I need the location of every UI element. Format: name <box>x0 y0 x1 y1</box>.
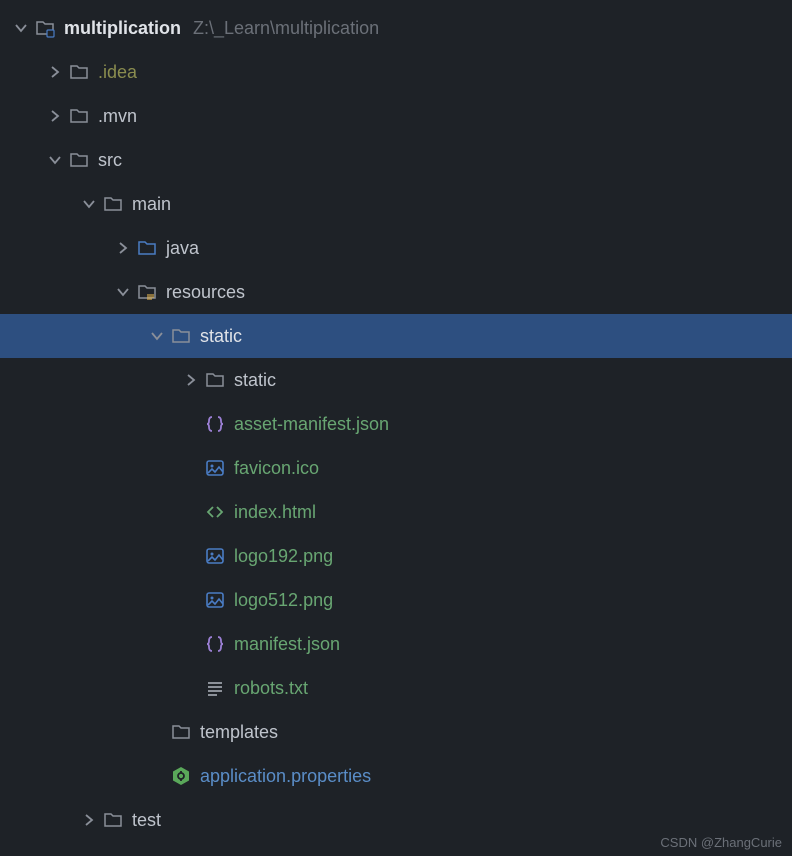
image-icon <box>204 457 226 479</box>
folder-icon <box>204 369 226 391</box>
tree-label: static <box>234 370 276 391</box>
folder-icon <box>68 61 90 83</box>
tree-row-file[interactable]: favicon.ico <box>0 446 792 490</box>
tree-row-file[interactable]: logo192.png <box>0 534 792 578</box>
chevron-down-icon <box>12 19 30 37</box>
chevron-right-icon <box>46 63 64 81</box>
spring-icon <box>170 765 192 787</box>
chevron-right-icon <box>80 811 98 829</box>
image-icon <box>204 589 226 611</box>
tree-label: main <box>132 194 171 215</box>
tree-row-root[interactable]: multiplication Z:\_Learn\multiplication <box>0 6 792 50</box>
folder-icon <box>68 149 90 171</box>
tree-label: templates <box>200 722 278 743</box>
chevron-right-icon <box>46 107 64 125</box>
tree-label: resources <box>166 282 245 303</box>
chevron-down-icon <box>46 151 64 169</box>
tree-label: application.properties <box>200 766 371 787</box>
tree-label: asset-manifest.json <box>234 414 389 435</box>
chevron-right-icon <box>114 239 132 257</box>
folder-icon <box>102 809 124 831</box>
tree-row-mvn[interactable]: .mvn <box>0 94 792 138</box>
folder-icon <box>68 105 90 127</box>
resources-folder-icon <box>136 281 158 303</box>
tree-label: robots.txt <box>234 678 308 699</box>
tree-label: .mvn <box>98 106 137 127</box>
tree-row-src[interactable]: src <box>0 138 792 182</box>
tree-row-file[interactable]: asset-manifest.json <box>0 402 792 446</box>
folder-blue-icon <box>136 237 158 259</box>
root-label: multiplication <box>64 18 181 39</box>
tree-label: manifest.json <box>234 634 340 655</box>
project-folder-icon <box>34 17 56 39</box>
tree-row-file[interactable]: application.properties <box>0 754 792 798</box>
tree-label: java <box>166 238 199 259</box>
tree-row-templates[interactable]: templates <box>0 710 792 754</box>
tree-row-file[interactable]: index.html <box>0 490 792 534</box>
tree-row-java[interactable]: java <box>0 226 792 270</box>
folder-icon <box>102 193 124 215</box>
tree-label: logo192.png <box>234 546 333 567</box>
chevron-down-icon <box>148 327 166 345</box>
chevron-down-icon <box>114 283 132 301</box>
folder-icon <box>170 721 192 743</box>
tree-label: index.html <box>234 502 316 523</box>
image-icon <box>204 545 226 567</box>
tree-label: favicon.ico <box>234 458 319 479</box>
tree-label: test <box>132 810 161 831</box>
tree-row-static-inner[interactable]: static <box>0 358 792 402</box>
root-path: Z:\_Learn\multiplication <box>193 18 379 39</box>
tree-row-file[interactable]: manifest.json <box>0 622 792 666</box>
tree-row-file[interactable]: logo512.png <box>0 578 792 622</box>
html-icon <box>204 501 226 523</box>
tree-label: .idea <box>98 62 137 83</box>
text-icon <box>204 677 226 699</box>
json-icon <box>204 413 226 435</box>
tree-row-file[interactable]: robots.txt <box>0 666 792 710</box>
tree-row-static-selected[interactable]: static <box>0 314 792 358</box>
project-tree: multiplication Z:\_Learn\multiplication … <box>0 0 792 842</box>
chevron-right-icon <box>182 371 200 389</box>
watermark: CSDN @ZhangCurie <box>660 835 782 850</box>
tree-label: static <box>200 326 242 347</box>
tree-row-idea[interactable]: .idea <box>0 50 792 94</box>
tree-label: src <box>98 150 122 171</box>
tree-row-resources[interactable]: resources <box>0 270 792 314</box>
json-icon <box>204 633 226 655</box>
tree-row-main[interactable]: main <box>0 182 792 226</box>
folder-icon <box>170 325 192 347</box>
chevron-down-icon <box>80 195 98 213</box>
tree-label: logo512.png <box>234 590 333 611</box>
